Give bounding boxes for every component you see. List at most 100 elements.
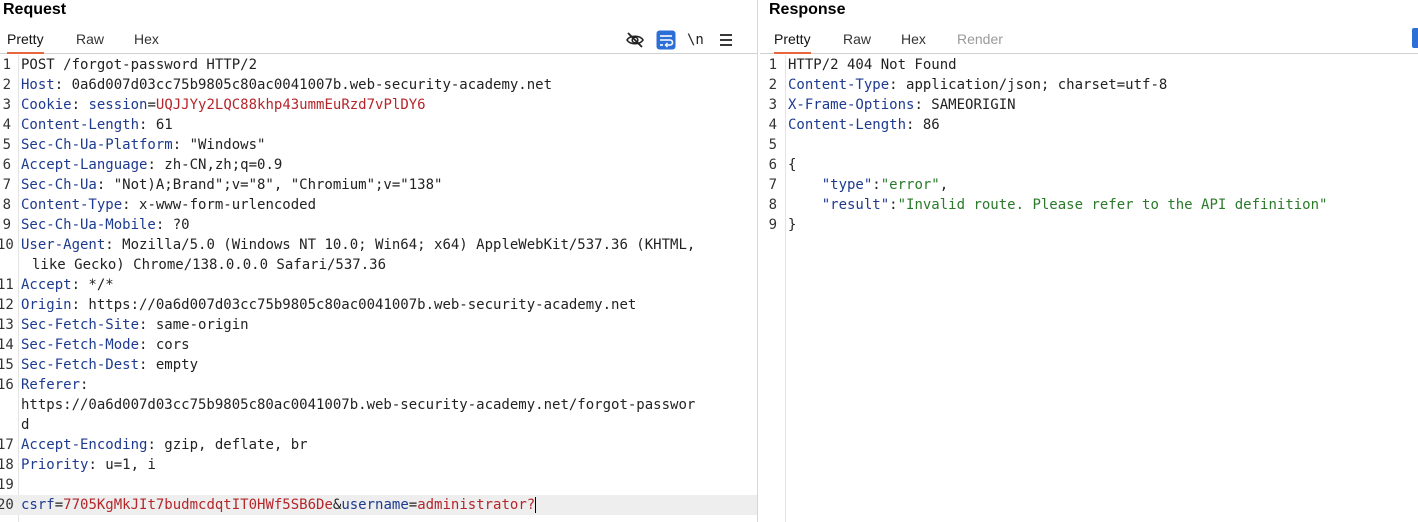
code-line[interactable]: 4 Content-Length: 61	[0, 115, 757, 135]
line-text: https://0a6d007d03cc75b9805c80ac0041007b…	[21, 397, 696, 413]
code-line[interactable]: 5 Sec-Ch-Ua-Platform: "Windows"	[0, 135, 757, 155]
code-line-wrap[interactable]: d	[0, 415, 757, 435]
code-line[interactable]: 12 Origin: https://0a6d007d03cc75b9805c80…	[0, 295, 757, 315]
token: :	[889, 197, 898, 213]
line-number: 2	[2, 77, 11, 93]
request-title: Request	[3, 1, 67, 18]
code-line[interactable]: 10 User-Agent: Mozilla/5.0 (Windows NT 10…	[0, 235, 757, 255]
line-text: Content-Type: x-www-form-urlencoded	[21, 195, 316, 215]
code-line[interactable]: 2 Content-Type: application/json; charset…	[760, 75, 1418, 95]
token: : SAMEORIGIN	[914, 97, 1016, 113]
line-text: Content-Type: application/json; charset=…	[788, 75, 1167, 95]
token: : */*	[71, 277, 114, 293]
token: Accept	[21, 277, 72, 293]
response-editor[interactable]: 1 HTTP/2 404 Not Found 2 Content-Type: appl…	[760, 55, 1418, 522]
line-number: 3	[2, 97, 11, 113]
line-text: Sec-Ch-Ua: "Not)A;Brand";v="8", "Chromiu…	[21, 175, 442, 195]
line-text: }	[788, 215, 796, 235]
code-line[interactable]: 15 Sec-Fetch-Dest: empty	[0, 355, 757, 375]
code-line[interactable]: 2 Host: 0a6d007d03cc75b9805c80ac0041007b.…	[0, 75, 757, 95]
token: :	[71, 97, 89, 113]
line-number: 16	[0, 377, 14, 393]
request-editor[interactable]: 1 POST /forgot-password HTTP/2 2 Host: 0a6d…	[0, 55, 757, 522]
code-line[interactable]: 11 Accept: */*	[0, 275, 757, 295]
token: : Mozilla/5.0 (Windows NT 10.0; Win64; x…	[105, 237, 696, 253]
code-line[interactable]: 14 Sec-Fetch-Mode: cors	[0, 335, 757, 355]
tab-render[interactable]: Render	[957, 31, 1003, 52]
token: "error"	[880, 177, 940, 193]
code-line-wrap[interactable]: like Gecko) Chrome/138.0.0.0 Safari/537.…	[0, 255, 757, 275]
tab-hex[interactable]: Hex	[901, 31, 926, 52]
token: Sec-Ch-Ua-Mobile	[21, 217, 156, 233]
line-text: Accept: */*	[21, 275, 114, 295]
code-line[interactable]: 8 "result":"Invalid route. Please refer …	[760, 195, 1418, 215]
code-line[interactable]: 16 Referer:	[0, 375, 757, 395]
code-line[interactable]: 1 HTTP/2 404 Not Found	[760, 55, 1418, 75]
token: Sec-Fetch-Mode	[21, 337, 140, 353]
token: "Invalid route. Please refer to the API …	[897, 197, 1328, 213]
line-number: 9	[2, 217, 11, 233]
code-line[interactable]: 5	[760, 135, 1418, 155]
line-number: 4	[2, 117, 11, 133]
token: :	[80, 377, 89, 393]
code-line[interactable]: 9}	[760, 215, 1418, 235]
code-line[interactable]: 9 Sec-Ch-Ua-Mobile: ?0	[0, 215, 757, 235]
code-line[interactable]: 17 Accept-Encoding: gzip, deflate, br	[0, 435, 757, 455]
code-line[interactable]: 7 "type":"error",	[760, 175, 1418, 195]
line-number: 15	[0, 357, 14, 373]
line-number: 6	[768, 157, 777, 173]
token: }	[788, 217, 797, 233]
token: Content-Type	[788, 77, 890, 93]
tab-hex[interactable]: Hex	[134, 31, 159, 52]
token: : "Windows"	[172, 137, 266, 153]
wrap-lines-icon[interactable]	[656, 30, 676, 50]
token: : 86	[906, 117, 940, 133]
menu-icon[interactable]	[716, 30, 736, 50]
token: : same-origin	[139, 317, 249, 333]
token: username	[341, 497, 409, 513]
response-title: Response	[769, 1, 846, 18]
code-line[interactable]: 7 Sec-Ch-Ua: "Not)A;Brand";v="8", "Chromi…	[0, 175, 757, 195]
token: : gzip, deflate, br	[147, 437, 308, 453]
line-text: "type":"error",	[788, 175, 948, 195]
code-line[interactable]: 19	[0, 475, 757, 495]
code-line[interactable]: 3 Cookie: session=UQJJYy2LQC88khp43ummEuR…	[0, 95, 757, 115]
line-text: Accept-Language: zh-CN,zh;q=0.9	[21, 155, 282, 175]
tab-raw[interactable]: Raw	[843, 31, 871, 52]
code-line[interactable]: 3 X-Frame-Options: SAMEORIGIN	[760, 95, 1418, 115]
line-number: 1	[768, 57, 777, 73]
line-number: 9	[768, 217, 777, 233]
eye-slash-icon[interactable]	[625, 30, 645, 50]
code-line[interactable]: 18 Priority: u=1, i	[0, 455, 757, 475]
tab-pretty[interactable]: Pretty	[7, 31, 44, 54]
tab-raw[interactable]: Raw	[76, 31, 104, 52]
line-text: like Gecko) Chrome/138.0.0.0 Safari/537.…	[32, 257, 387, 273]
token: =	[408, 497, 418, 513]
code-line[interactable]: 6 Accept-Language: zh-CN,zh;q=0.9	[0, 155, 757, 175]
panel-settings-icon[interactable]	[1412, 28, 1418, 48]
token: 7705KgMkJIt7budmcdqtIT0HWf5SB6De	[63, 497, 333, 513]
code-line[interactable]: 13 Sec-Fetch-Site: same-origin	[0, 315, 757, 335]
line-number: 8	[768, 197, 777, 213]
code-line[interactable]: 20 csrf=7705KgMkJIt7budmcdqtIT0HWf5SB6De&…	[0, 495, 757, 515]
token: administrator?	[417, 497, 536, 513]
code-line[interactable]: 6{	[760, 155, 1418, 175]
code-line[interactable]: 8 Content-Type: x-www-form-urlencoded	[0, 195, 757, 215]
token: session	[88, 97, 148, 113]
line-text: Sec-Fetch-Dest: empty	[21, 355, 198, 375]
newline-toggle-icon[interactable]: \n	[687, 30, 707, 50]
line-number: 13	[0, 317, 14, 333]
line-number: 19	[0, 477, 14, 493]
tab-pretty[interactable]: Pretty	[774, 31, 811, 54]
code-line[interactable]: 1 POST /forgot-password HTTP/2	[0, 55, 757, 75]
code-line[interactable]: 4 Content-Length: 86	[760, 115, 1418, 135]
code-line-wrap[interactable]: https://0a6d007d03cc75b9805c80ac0041007b…	[0, 395, 757, 415]
token: Origin	[21, 297, 72, 313]
line-number: 2	[768, 77, 777, 93]
line-text: Sec-Fetch-Site: same-origin	[21, 315, 249, 335]
line-number: 1	[2, 57, 11, 73]
token: : application/json; charset=utf-8	[889, 77, 1168, 93]
token: "result"	[821, 197, 890, 213]
